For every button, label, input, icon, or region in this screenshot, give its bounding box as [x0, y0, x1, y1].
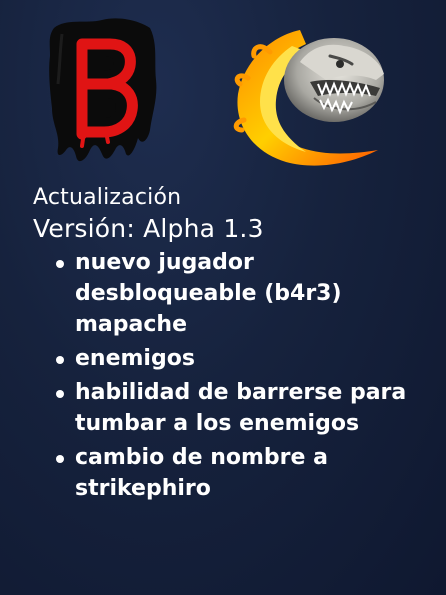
update-notes: Actualización Versión: Alpha 1.3 nuevo j… [33, 183, 433, 507]
logo-row [0, 0, 446, 180]
change-text: habilidad de barrerse para tumbar a los … [75, 380, 407, 436]
bullet-icon [56, 356, 64, 364]
change-text: enemigos [75, 346, 195, 371]
list-item: habilidad de barrerse para tumbar a los … [33, 377, 420, 439]
list-item: nuevo jugador desbloqueable (b4r3) mapac… [33, 247, 420, 340]
list-item: cambio de nombre a strikephiro [33, 442, 420, 504]
phiro-logo-icon [233, 30, 384, 166]
version-label: Versión: Alpha 1.3 [33, 214, 264, 243]
update-title: Actualización [33, 185, 182, 210]
bullet-icon [56, 390, 64, 398]
b-logo-icon [49, 18, 157, 162]
change-text: nuevo jugador desbloqueable (b4r3) mapac… [75, 250, 342, 337]
bullet-icon [56, 455, 64, 463]
change-text: cambio de nombre a strikephiro [75, 445, 328, 501]
bullet-icon [56, 260, 64, 268]
changes-list: nuevo jugador desbloqueable (b4r3) mapac… [33, 247, 433, 504]
list-item: enemigos [33, 343, 420, 374]
